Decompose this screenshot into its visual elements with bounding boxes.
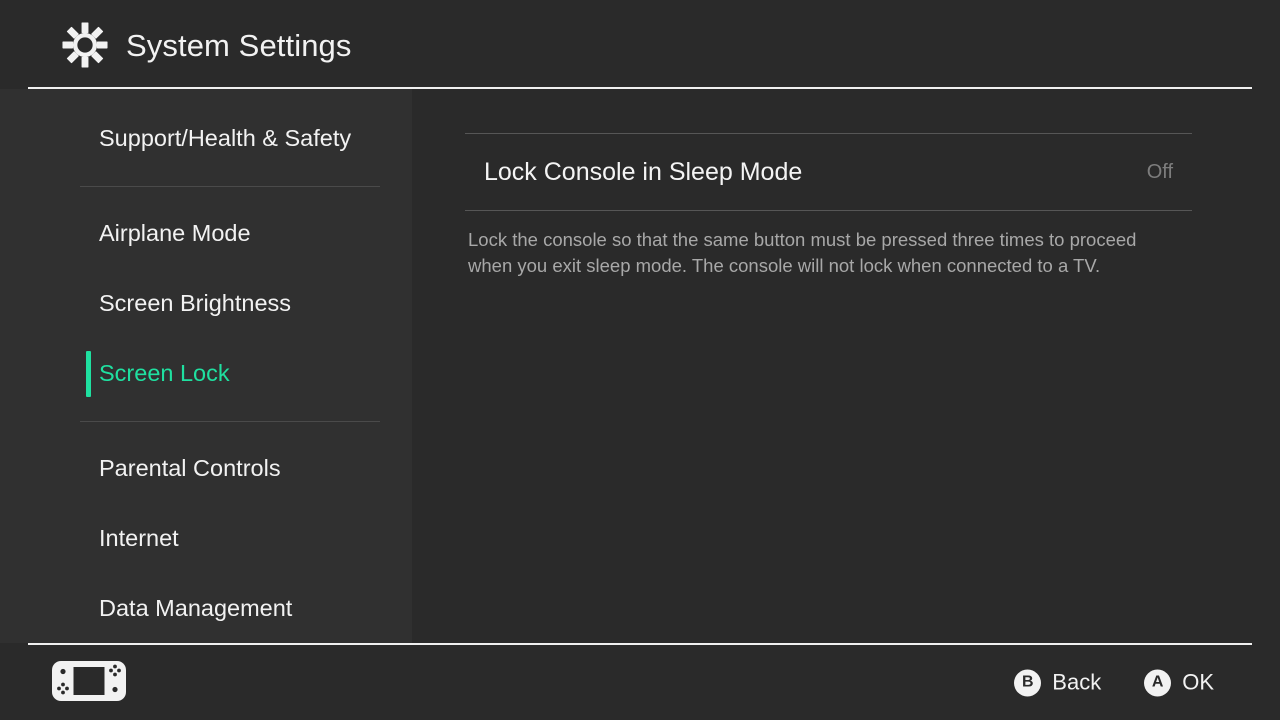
system-settings-screen: System Settings Support/Health & Safety … [0, 0, 1280, 720]
header-bar: System Settings [0, 0, 1280, 89]
ok-label: OK [1182, 669, 1214, 695]
sidebar-item-label: Support/Health & Safety [99, 125, 352, 152]
back-action[interactable]: B Back [1014, 669, 1101, 696]
sidebar-item-airplane-mode[interactable]: Airplane Mode [0, 199, 412, 269]
settings-sidebar[interactable]: Support/Health & Safety Airplane Mode Sc… [0, 89, 412, 643]
footer-actions: B Back A OK [1014, 669, 1214, 696]
sidebar-item-internet[interactable]: Internet [0, 504, 412, 574]
setting-row-lock-console-in-sleep-mode[interactable]: Lock Console in Sleep Mode Off [465, 134, 1192, 210]
back-label: Back [1052, 669, 1102, 695]
b-button-icon: B [1014, 669, 1042, 696]
switch-console-icon [52, 661, 126, 701]
sidebar-item-label: Screen Brightness [99, 290, 292, 317]
a-button-icon: A [1144, 669, 1172, 696]
sidebar-item-data-management[interactable]: Data Management [0, 574, 412, 643]
page-title: System Settings [126, 27, 352, 63]
selection-marker [86, 351, 91, 397]
setting-label: Lock Console in Sleep Mode [484, 157, 803, 186]
sidebar-item-screen-lock[interactable]: Screen Lock [0, 339, 412, 409]
footer-bar: B Back A OK [0, 645, 1280, 720]
gear-icon [62, 22, 108, 68]
sidebar-top-spacer [0, 89, 412, 104]
sidebar-item-label: Parental Controls [99, 455, 281, 482]
setting-value: Off [1146, 161, 1173, 183]
settings-detail-panel: Lock Console in Sleep Mode Off Lock the … [412, 89, 1280, 643]
sidebar-item-label: Airplane Mode [99, 220, 251, 247]
sidebar-item-support-health-safety[interactable]: Support/Health & Safety [0, 104, 412, 174]
setting-bottom-divider [465, 210, 1192, 211]
header-title-group: System Settings [62, 22, 351, 68]
sidebar-item-label: Data Management [99, 595, 293, 622]
sidebar-item-screen-brightness[interactable]: Screen Brightness [0, 269, 412, 339]
setting-description: Lock the console so that the same button… [468, 229, 1137, 276]
sidebar-item-label: Internet [99, 525, 179, 552]
sidebar-item-label: Screen Lock [99, 360, 230, 387]
ok-action[interactable]: A OK [1144, 669, 1214, 696]
setting-block: Lock Console in Sleep Mode Off Lock the … [465, 133, 1192, 279]
sidebar-item-parental-controls[interactable]: Parental Controls [0, 434, 412, 504]
